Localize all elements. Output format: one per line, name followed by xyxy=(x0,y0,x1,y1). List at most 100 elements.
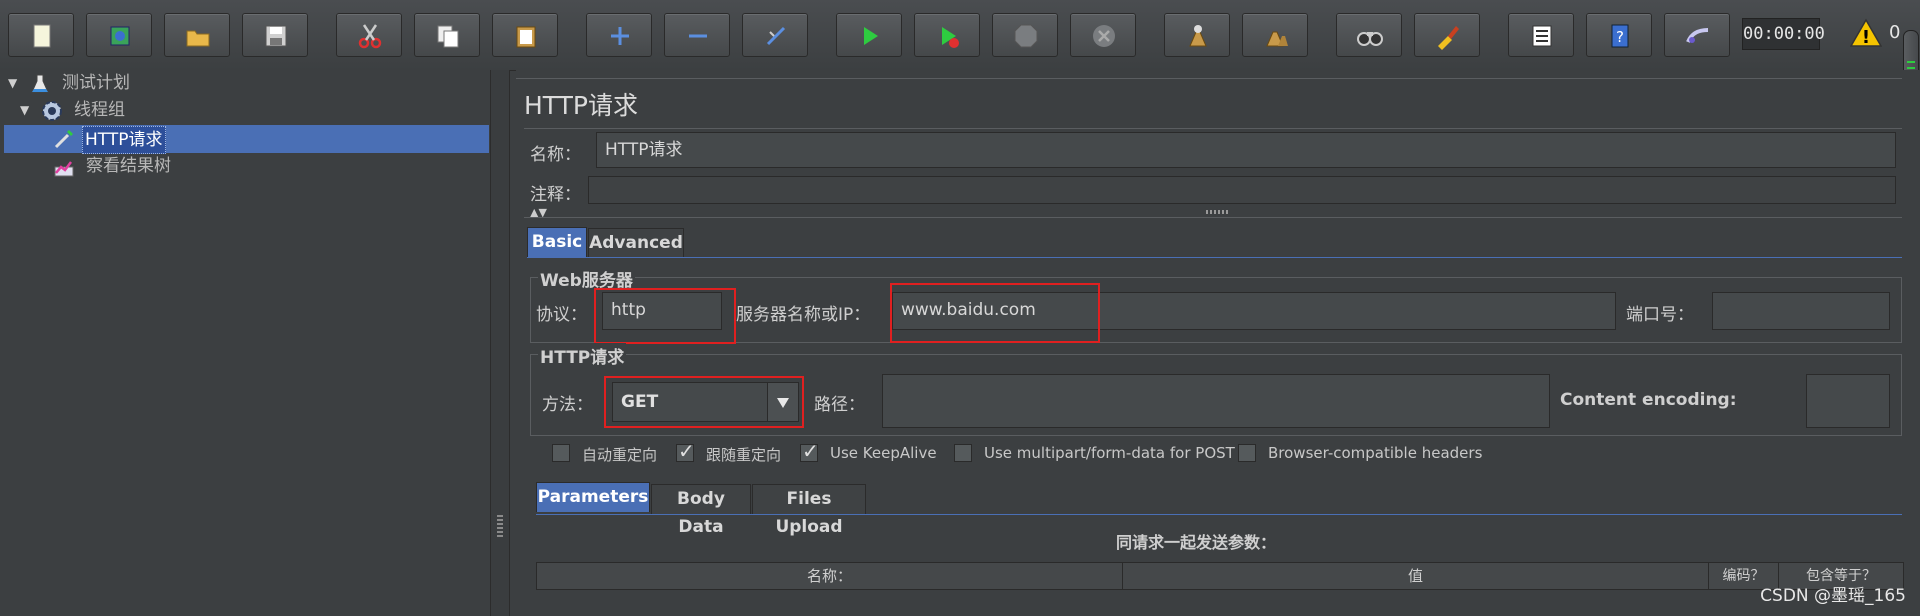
copy-button[interactable] xyxy=(414,13,480,57)
highlight-box xyxy=(890,283,1100,343)
checkbox-browser-compatible[interactable] xyxy=(1238,444,1256,462)
name-field[interactable]: HTTP请求 xyxy=(596,132,1896,168)
clear-button[interactable] xyxy=(1164,13,1230,57)
expand-toggle-icon[interactable]: ▼ xyxy=(20,97,29,124)
protocol-label: 协议： xyxy=(536,305,587,325)
tree-item-view-results-tree[interactable]: 察看结果树 xyxy=(0,153,490,180)
open-button[interactable] xyxy=(164,13,230,57)
checkbox-label: 自动重定向 xyxy=(582,446,658,464)
gear-icon xyxy=(42,101,62,121)
tab-parameters[interactable]: Parameters xyxy=(536,482,650,512)
params-table-header: 名称： 值 编码？ 包含等于？ xyxy=(536,562,1904,590)
shutdown-button[interactable] xyxy=(1070,13,1136,57)
content-encoding-field[interactable] xyxy=(1806,374,1890,428)
svg-text:?: ? xyxy=(1616,28,1624,46)
tab-files-upload[interactable]: Files Upload xyxy=(752,484,866,537)
warning-count: 0 xyxy=(1889,22,1901,43)
checkbox-follow-redirects[interactable]: ✓ xyxy=(676,439,695,463)
stop-button[interactable] xyxy=(992,13,1058,57)
resize-grip-icon[interactable] xyxy=(1206,210,1228,214)
search-button[interactable] xyxy=(1336,13,1402,57)
checkbox-auto-redirect[interactable] xyxy=(552,444,570,462)
function-helper-button[interactable] xyxy=(1508,13,1574,57)
reset-search-button[interactable] xyxy=(1414,13,1480,57)
name-label: 名称： xyxy=(530,145,581,165)
help-icon: ? xyxy=(1611,24,1629,48)
http-request-panel: HTTP请求 名称： HTTP请求 注释： ▲▼ Basic Advanced … xyxy=(516,70,1920,616)
expand-toggle-icon[interactable]: ▼ xyxy=(8,70,17,97)
comment-field[interactable] xyxy=(588,176,1896,204)
port-label: 端口号： xyxy=(1626,305,1694,325)
tree-item-thread-group[interactable]: ▼ 线程组 xyxy=(0,97,490,124)
expand-button[interactable] xyxy=(586,13,652,57)
reset-search-icon xyxy=(1438,26,1459,50)
help-button[interactable]: ? xyxy=(1586,13,1652,57)
checkbox-label: Use multipart/form-data for POST xyxy=(984,444,1235,462)
clear-all-icon xyxy=(1266,31,1288,47)
collapse-icon xyxy=(689,34,707,38)
pipette-icon xyxy=(54,130,73,149)
tree-item-test-plan[interactable]: ▼ 测试计划 xyxy=(0,70,490,97)
new-file-icon xyxy=(33,24,51,48)
pane-splitter[interactable] xyxy=(490,70,510,616)
templates-icon xyxy=(110,26,130,46)
cut-button[interactable] xyxy=(336,13,402,57)
page-title: HTTP请求 xyxy=(524,91,638,120)
params-caption: 同请求一起发送参数： xyxy=(1116,533,1277,552)
templates-button[interactable] xyxy=(86,13,152,57)
toolbar: ? 00:00:00 ! 0 xyxy=(0,0,1920,120)
collapse-button[interactable] xyxy=(664,13,730,57)
http-request-title: HTTP请求 xyxy=(538,343,627,368)
content-encoding-label: Content encoding: xyxy=(1560,390,1737,410)
toggle-button[interactable] xyxy=(742,13,808,57)
toggle-icon xyxy=(766,26,786,46)
highlight-box xyxy=(594,288,736,344)
new-button[interactable] xyxy=(8,13,74,57)
stop-icon xyxy=(1014,24,1038,48)
tab-basic[interactable]: Basic xyxy=(527,227,587,257)
column-header-value[interactable]: 值 xyxy=(1123,563,1709,589)
shutdown-icon xyxy=(1093,25,1115,47)
checkbox-label: Browser-compatible headers xyxy=(1268,444,1483,462)
checkbox-label: 跟随重定向 xyxy=(706,446,782,464)
clear-all-button[interactable] xyxy=(1242,13,1308,57)
checkbox-label: Use KeepAlive xyxy=(830,444,937,462)
port-field[interactable] xyxy=(1712,292,1890,330)
paste-icon xyxy=(516,26,536,48)
tab-body-data[interactable]: Body Data xyxy=(651,484,751,537)
test-plan-tree: ▼ 测试计划 ▼ 线程组 HTTP请求 察看结果树 xyxy=(0,70,490,616)
remote-icon xyxy=(1686,28,1709,43)
highlight-box xyxy=(604,376,804,428)
start-icon xyxy=(864,27,878,45)
svg-text:!: ! xyxy=(1862,27,1870,48)
tab-advanced[interactable]: Advanced xyxy=(588,228,684,258)
expand-icon xyxy=(611,27,629,45)
tree-item-label: 察看结果树 xyxy=(86,156,171,176)
warning-icon[interactable]: ! xyxy=(1850,18,1882,48)
tree-item-label: 线程组 xyxy=(74,100,125,120)
path-field[interactable] xyxy=(882,374,1550,428)
start-no-pause-button[interactable] xyxy=(914,13,980,57)
watermark: CSDN @墨瑶_165 xyxy=(1760,586,1906,606)
remote-button[interactable] xyxy=(1664,13,1730,57)
cut-icon xyxy=(358,24,382,49)
paste-button[interactable] xyxy=(492,13,558,57)
column-header-name[interactable]: 名称： xyxy=(537,563,1123,589)
tree-item-label-selected[interactable]: HTTP请求 xyxy=(82,126,166,154)
elapsed-timer: 00:00:00 xyxy=(1742,18,1825,50)
chart-icon xyxy=(54,161,74,177)
open-icon xyxy=(186,30,210,47)
search-icon xyxy=(1357,32,1383,46)
start-button[interactable] xyxy=(836,13,902,57)
save-button[interactable] xyxy=(242,13,308,57)
comment-label: 注释： xyxy=(530,185,581,205)
save-icon xyxy=(265,25,287,47)
method-label: 方法： xyxy=(542,395,593,415)
tree-item-http-request[interactable] xyxy=(0,125,490,152)
tree-item-label: 测试计划 xyxy=(62,73,130,93)
server-label: 服务器名称或IP： xyxy=(736,305,871,325)
checkbox-keepalive[interactable]: ✓ xyxy=(800,439,819,463)
checkbox-multipart[interactable] xyxy=(954,444,972,462)
start-no-pause-icon xyxy=(942,27,959,48)
path-label: 路径： xyxy=(814,395,865,415)
